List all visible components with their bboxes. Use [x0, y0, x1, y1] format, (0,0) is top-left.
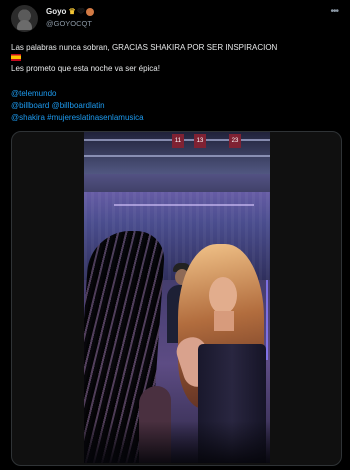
spain-flag-icon	[11, 54, 21, 61]
stage-floor	[84, 421, 270, 463]
avatar-icon[interactable]	[11, 5, 38, 32]
retired-number-banner: 11	[172, 134, 184, 148]
tweet-links: @telemundo @billboard @billboardlatin @s…	[11, 88, 144, 124]
brown-circle-emoji-icon	[86, 7, 95, 16]
tweet-text: Las palabras nunca sobran, GRACIAS SHAKI…	[11, 43, 341, 74]
author-handle[interactable]: @GOYOCQT	[46, 19, 92, 28]
arena-roof: 11 13 23	[84, 132, 270, 174]
neck	[214, 311, 234, 331]
black-heart-emoji-icon: ❤	[77, 6, 85, 16]
tweet-line-1: Las palabras nunca sobran, GRACIAS SHAKI…	[11, 43, 278, 52]
face	[209, 277, 237, 314]
author-name-row[interactable]: Goyo ♛ ❤	[46, 6, 95, 16]
crown-emoji-icon: ♛	[68, 6, 76, 16]
mention-shakira-hashtag[interactable]: @shakira #mujereslatinasenlamusica	[11, 112, 144, 124]
tweet-card: Goyo ♛ ❤ @GOYOCQT ••• Las palabras nunca…	[0, 0, 350, 470]
tweet-media[interactable]: 11 13 23	[11, 131, 342, 466]
more-options-icon[interactable]: •••	[330, 6, 338, 17]
author-name[interactable]: Goyo	[46, 7, 66, 16]
arena-lights	[114, 204, 254, 206]
mention-telemundo[interactable]: @telemundo	[11, 88, 144, 100]
roof-beam	[84, 155, 270, 157]
mention-billboard[interactable]: @billboard @billboardlatin	[11, 100, 144, 112]
tweet-line-2: Les prometo que esta noche va ser épica!	[11, 64, 160, 73]
retired-number-banner: 13	[194, 134, 206, 148]
video-frame[interactable]: 11 13 23	[84, 132, 270, 463]
retired-number-banner: 23	[229, 134, 241, 148]
